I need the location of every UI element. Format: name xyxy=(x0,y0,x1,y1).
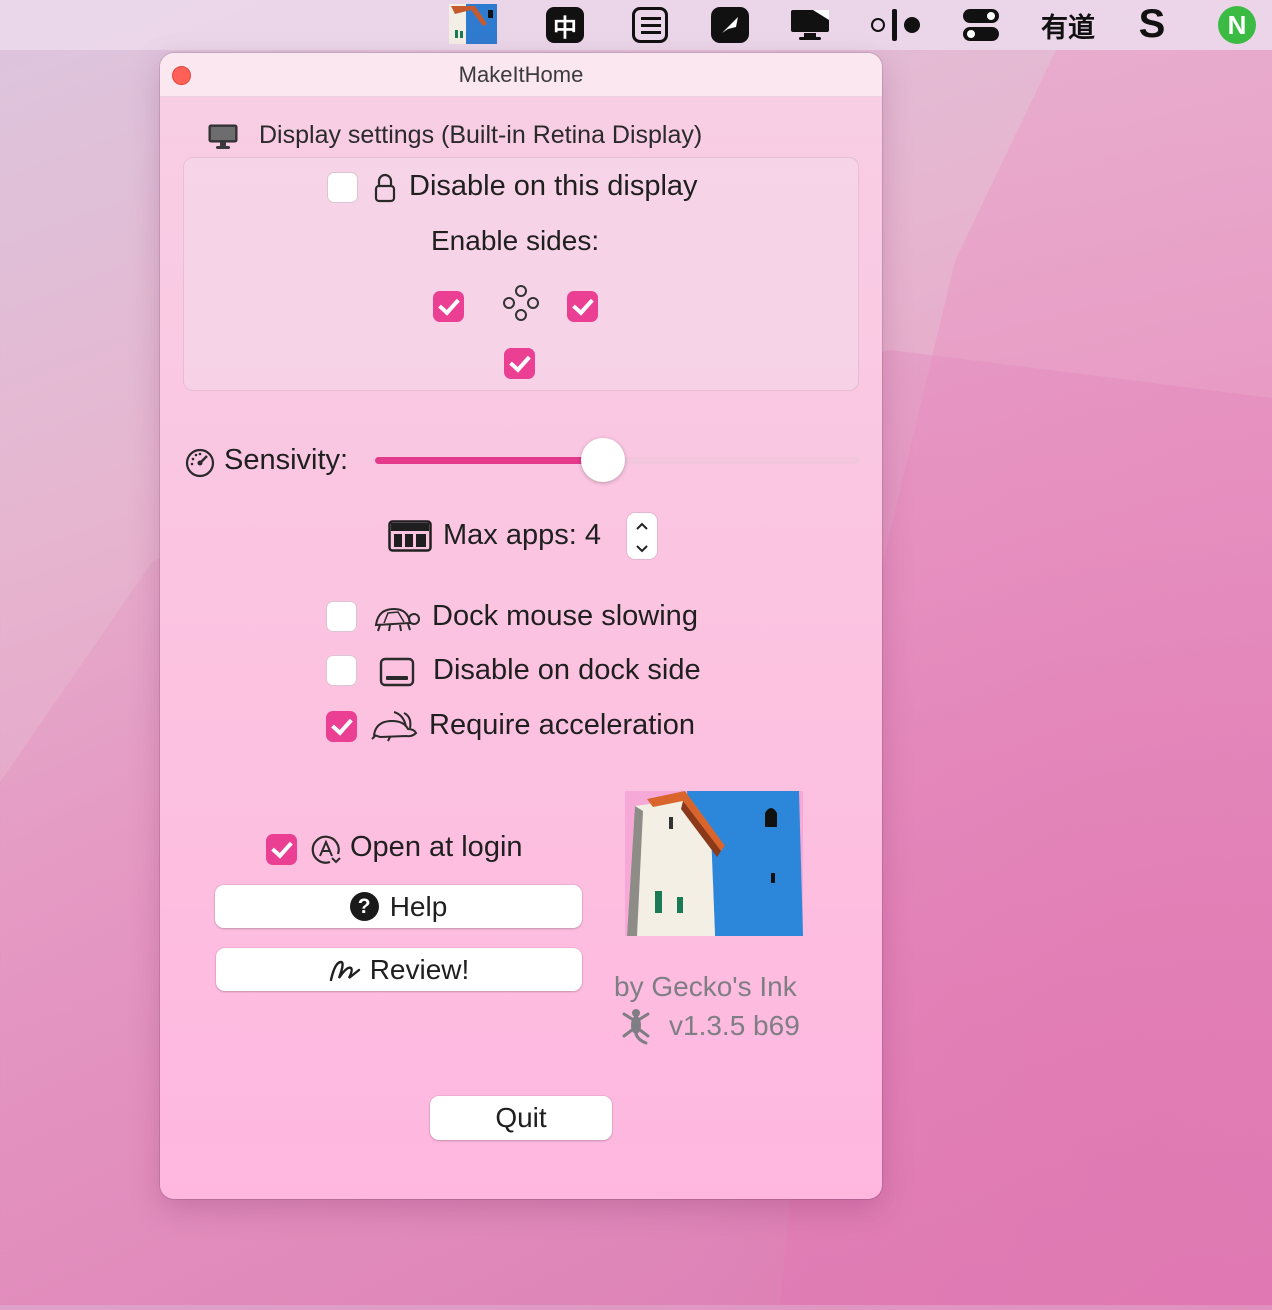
dock-icon xyxy=(379,657,415,692)
credit-author: by Gecko's Ink xyxy=(614,971,797,1002)
disable-on-display-label: Disable on this display xyxy=(409,170,698,202)
chevron-down-icon[interactable] xyxy=(635,541,649,559)
display-settings-header: Display settings (Built-in Retina Displa… xyxy=(259,121,703,149)
app-window-icon xyxy=(388,520,432,557)
sensitivity-slider-knob[interactable] xyxy=(580,438,625,482)
help-icon: ? xyxy=(349,892,379,921)
max-apps-stepper[interactable] xyxy=(627,513,657,559)
disable-on-dock-side-checkbox[interactable] xyxy=(326,655,357,686)
side-bottom-checkbox[interactable] xyxy=(504,348,535,379)
gecko-icon xyxy=(616,1006,656,1051)
menu-bar: 中 有道 S N xyxy=(0,0,1272,50)
chinese-input-icon[interactable]: 中 xyxy=(546,7,584,43)
display-icon[interactable] xyxy=(789,7,831,43)
sensitivity-slider[interactable] xyxy=(375,438,860,482)
speedometer-icon xyxy=(184,447,216,484)
window-title: MakeItHome xyxy=(458,62,584,87)
quit-button[interactable]: Quit xyxy=(430,1096,612,1140)
review-button-label: Review! xyxy=(369,953,470,985)
require-acceleration-label: Require acceleration xyxy=(429,709,695,741)
disable-on-dock-side-label: Disable on dock side xyxy=(433,654,701,686)
open-at-login-checkbox[interactable] xyxy=(266,834,297,865)
toggle-icon[interactable] xyxy=(962,7,1000,43)
open-at-login-label: Open at login xyxy=(350,831,523,863)
login-icon xyxy=(310,834,342,871)
chevron-up-icon[interactable] xyxy=(635,518,649,536)
feather-icon[interactable] xyxy=(711,7,749,43)
side-right-checkbox[interactable] xyxy=(567,291,598,322)
makeithome-app-icon[interactable] xyxy=(449,4,497,44)
dots-icon[interactable] xyxy=(868,7,924,43)
screen-sides-icon xyxy=(502,284,540,327)
monitor-icon xyxy=(207,123,239,156)
n-app-icon[interactable]: N xyxy=(1218,6,1256,44)
version-label: v1.3.5 b69 xyxy=(669,1010,800,1041)
side-left-checkbox[interactable] xyxy=(433,291,464,322)
title-bar: MakeItHome xyxy=(160,53,882,97)
makeithome-window: MakeItHome Display settings (Built-in Re… xyxy=(160,53,882,1199)
signature-icon xyxy=(329,956,361,984)
help-button[interactable]: ? Help xyxy=(215,885,582,928)
s-app-icon[interactable]: S xyxy=(1132,2,1172,46)
review-button[interactable]: Review! xyxy=(216,948,582,991)
youdao-icon[interactable]: 有道 xyxy=(1040,7,1096,43)
enable-sides-label: Enable sides: xyxy=(431,225,600,256)
sensitivity-label: Sensivity: xyxy=(224,444,349,476)
sensitivity-slider-fill xyxy=(375,457,603,464)
lock-icon xyxy=(374,172,396,209)
help-button-label: Help xyxy=(389,890,448,922)
rabbit-icon xyxy=(370,709,420,748)
require-acceleration-checkbox[interactable] xyxy=(326,711,357,742)
max-apps-label: Max apps: 4 xyxy=(443,519,601,551)
app-artwork-image xyxy=(625,791,803,936)
disable-on-display-checkbox[interactable] xyxy=(327,172,358,203)
quit-button-label: Quit xyxy=(495,1102,547,1133)
dock-mouse-slowing-label: Dock mouse slowing xyxy=(432,600,698,632)
dock-mouse-slowing-checkbox[interactable] xyxy=(326,601,357,632)
list-icon[interactable] xyxy=(632,7,668,43)
turtle-icon xyxy=(370,603,420,640)
